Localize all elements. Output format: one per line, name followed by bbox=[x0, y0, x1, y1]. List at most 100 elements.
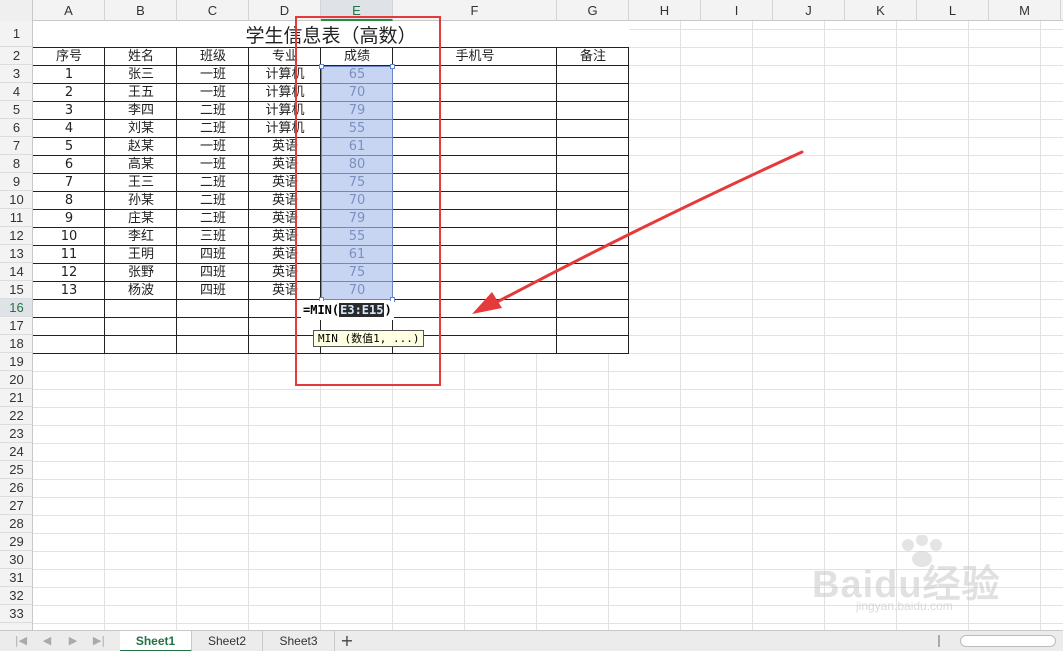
formula-edit-cell[interactable]: =MIN(E3:E15) bbox=[301, 301, 394, 320]
table-cell[interactable]: 计算机 bbox=[249, 66, 321, 84]
row-header-13[interactable]: 13 bbox=[0, 245, 32, 263]
column-header-l[interactable]: L bbox=[917, 0, 989, 21]
table-cell[interactable]: 计算机 bbox=[249, 102, 321, 120]
table-cell[interactable]: 四班 bbox=[177, 246, 249, 264]
table-cell[interactable] bbox=[393, 66, 557, 84]
scroll-splitter[interactable] bbox=[938, 635, 940, 647]
row-header-30[interactable]: 30 bbox=[0, 551, 32, 569]
row-header-11[interactable]: 11 bbox=[0, 209, 32, 227]
row-header-33[interactable]: 33 bbox=[0, 605, 32, 623]
row-header-18[interactable]: 18 bbox=[0, 335, 32, 353]
selection-handle[interactable] bbox=[319, 64, 324, 69]
selected-range-highlight[interactable] bbox=[319, 64, 395, 302]
row-header-12[interactable]: 12 bbox=[0, 227, 32, 245]
column-header-j[interactable]: J bbox=[773, 0, 845, 21]
table-cell[interactable]: 英语 bbox=[249, 282, 321, 300]
row-header-2[interactable]: 2 bbox=[0, 47, 32, 65]
table-cell[interactable]: 英语 bbox=[249, 210, 321, 228]
row-header-25[interactable]: 25 bbox=[0, 461, 32, 479]
table-cell[interactable] bbox=[393, 282, 557, 300]
table-cell[interactable]: 四班 bbox=[177, 264, 249, 282]
table-cell[interactable]: 1 bbox=[33, 66, 105, 84]
row-header-3[interactable]: 3 bbox=[0, 65, 32, 83]
prev-sheet-icon[interactable]: ◀ bbox=[40, 634, 54, 648]
row-header-1[interactable]: 1 bbox=[0, 21, 32, 47]
table-cell[interactable]: 一班 bbox=[177, 66, 249, 84]
row-header-29[interactable]: 29 bbox=[0, 533, 32, 551]
table-cell[interactable]: 庄某 bbox=[105, 210, 177, 228]
row-header-15[interactable]: 15 bbox=[0, 281, 32, 299]
column-header-e[interactable]: E bbox=[321, 0, 393, 21]
row-header-5[interactable]: 5 bbox=[0, 101, 32, 119]
add-sheet-button[interactable]: + bbox=[338, 631, 356, 651]
row-header-14[interactable]: 14 bbox=[0, 263, 32, 281]
table-cell[interactable]: 张野 bbox=[105, 264, 177, 282]
table-cell[interactable] bbox=[393, 228, 557, 246]
table-cell[interactable] bbox=[557, 246, 629, 264]
column-header-d[interactable]: D bbox=[249, 0, 321, 21]
row-header-16[interactable]: 16 bbox=[0, 299, 32, 317]
row-header-9[interactable]: 9 bbox=[0, 173, 32, 191]
horizontal-scrollbar[interactable] bbox=[960, 635, 1056, 647]
table-cell[interactable]: 7 bbox=[33, 174, 105, 192]
column-header-c[interactable]: C bbox=[177, 0, 249, 21]
table-cell[interactable]: 二班 bbox=[177, 174, 249, 192]
table-cell[interactable]: 李四 bbox=[105, 102, 177, 120]
table-header-cell[interactable]: 序号 bbox=[33, 48, 105, 66]
table-cell[interactable] bbox=[393, 102, 557, 120]
table-cell[interactable]: 英语 bbox=[249, 138, 321, 156]
table-cell[interactable] bbox=[557, 264, 629, 282]
table-cell[interactable] bbox=[393, 192, 557, 210]
table-cell[interactable]: 王三 bbox=[105, 174, 177, 192]
table-cell[interactable] bbox=[557, 192, 629, 210]
table-cell[interactable] bbox=[557, 120, 629, 138]
table-header-cell[interactable]: 手机号 bbox=[393, 48, 557, 66]
table-cell[interactable] bbox=[393, 84, 557, 102]
sheet-tab-sheet1[interactable]: Sheet1 bbox=[120, 631, 192, 651]
table-cell[interactable]: 刘某 bbox=[105, 120, 177, 138]
column-header-b[interactable]: B bbox=[105, 0, 177, 21]
table-cell[interactable]: 3 bbox=[33, 102, 105, 120]
table-header-cell[interactable]: 备注 bbox=[557, 48, 629, 66]
table-cell[interactable]: 计算机 bbox=[249, 84, 321, 102]
table-header-cell[interactable]: 成绩 bbox=[321, 48, 393, 66]
table-cell[interactable]: 10 bbox=[33, 228, 105, 246]
table-cell[interactable]: 高某 bbox=[105, 156, 177, 174]
table-cell[interactable] bbox=[393, 246, 557, 264]
table-cell[interactable]: 11 bbox=[33, 246, 105, 264]
row-header-32[interactable]: 32 bbox=[0, 587, 32, 605]
table-cell[interactable]: 二班 bbox=[177, 120, 249, 138]
table-cell[interactable]: 一班 bbox=[177, 84, 249, 102]
table-cell[interactable]: 李红 bbox=[105, 228, 177, 246]
table-cell[interactable] bbox=[557, 210, 629, 228]
cell-grid[interactable]: 学生信息表（高数）序号姓名班级专业成绩手机号备注1张三一班计算机652王五一班计… bbox=[33, 21, 1063, 630]
last-sheet-icon[interactable]: ▶| bbox=[92, 634, 106, 648]
table-cell[interactable]: 三班 bbox=[177, 228, 249, 246]
table-cell[interactable]: 英语 bbox=[249, 174, 321, 192]
first-sheet-icon[interactable]: |◀ bbox=[14, 634, 28, 648]
table-cell[interactable]: 王五 bbox=[105, 84, 177, 102]
table-cell[interactable] bbox=[393, 138, 557, 156]
table-cell[interactable]: 一班 bbox=[177, 156, 249, 174]
table-cell[interactable]: 英语 bbox=[249, 192, 321, 210]
table-cell[interactable] bbox=[557, 174, 629, 192]
table-cell[interactable]: 英语 bbox=[249, 246, 321, 264]
row-header-26[interactable]: 26 bbox=[0, 479, 32, 497]
table-cell[interactable]: 2 bbox=[33, 84, 105, 102]
table-cell[interactable]: 5 bbox=[33, 138, 105, 156]
table-cell[interactable]: 8 bbox=[33, 192, 105, 210]
table-cell[interactable]: 王明 bbox=[105, 246, 177, 264]
column-header-h[interactable]: H bbox=[629, 0, 701, 21]
table-cell[interactable] bbox=[557, 282, 629, 300]
row-header-23[interactable]: 23 bbox=[0, 425, 32, 443]
row-header-27[interactable]: 27 bbox=[0, 497, 32, 515]
column-header-k[interactable]: K bbox=[845, 0, 917, 21]
row-header-21[interactable]: 21 bbox=[0, 389, 32, 407]
table-cell[interactable] bbox=[393, 264, 557, 282]
table-cell[interactable]: 二班 bbox=[177, 192, 249, 210]
row-header-10[interactable]: 10 bbox=[0, 191, 32, 209]
row-header-31[interactable]: 31 bbox=[0, 569, 32, 587]
table-header-cell[interactable]: 专业 bbox=[249, 48, 321, 66]
row-header-28[interactable]: 28 bbox=[0, 515, 32, 533]
table-cell[interactable]: 9 bbox=[33, 210, 105, 228]
